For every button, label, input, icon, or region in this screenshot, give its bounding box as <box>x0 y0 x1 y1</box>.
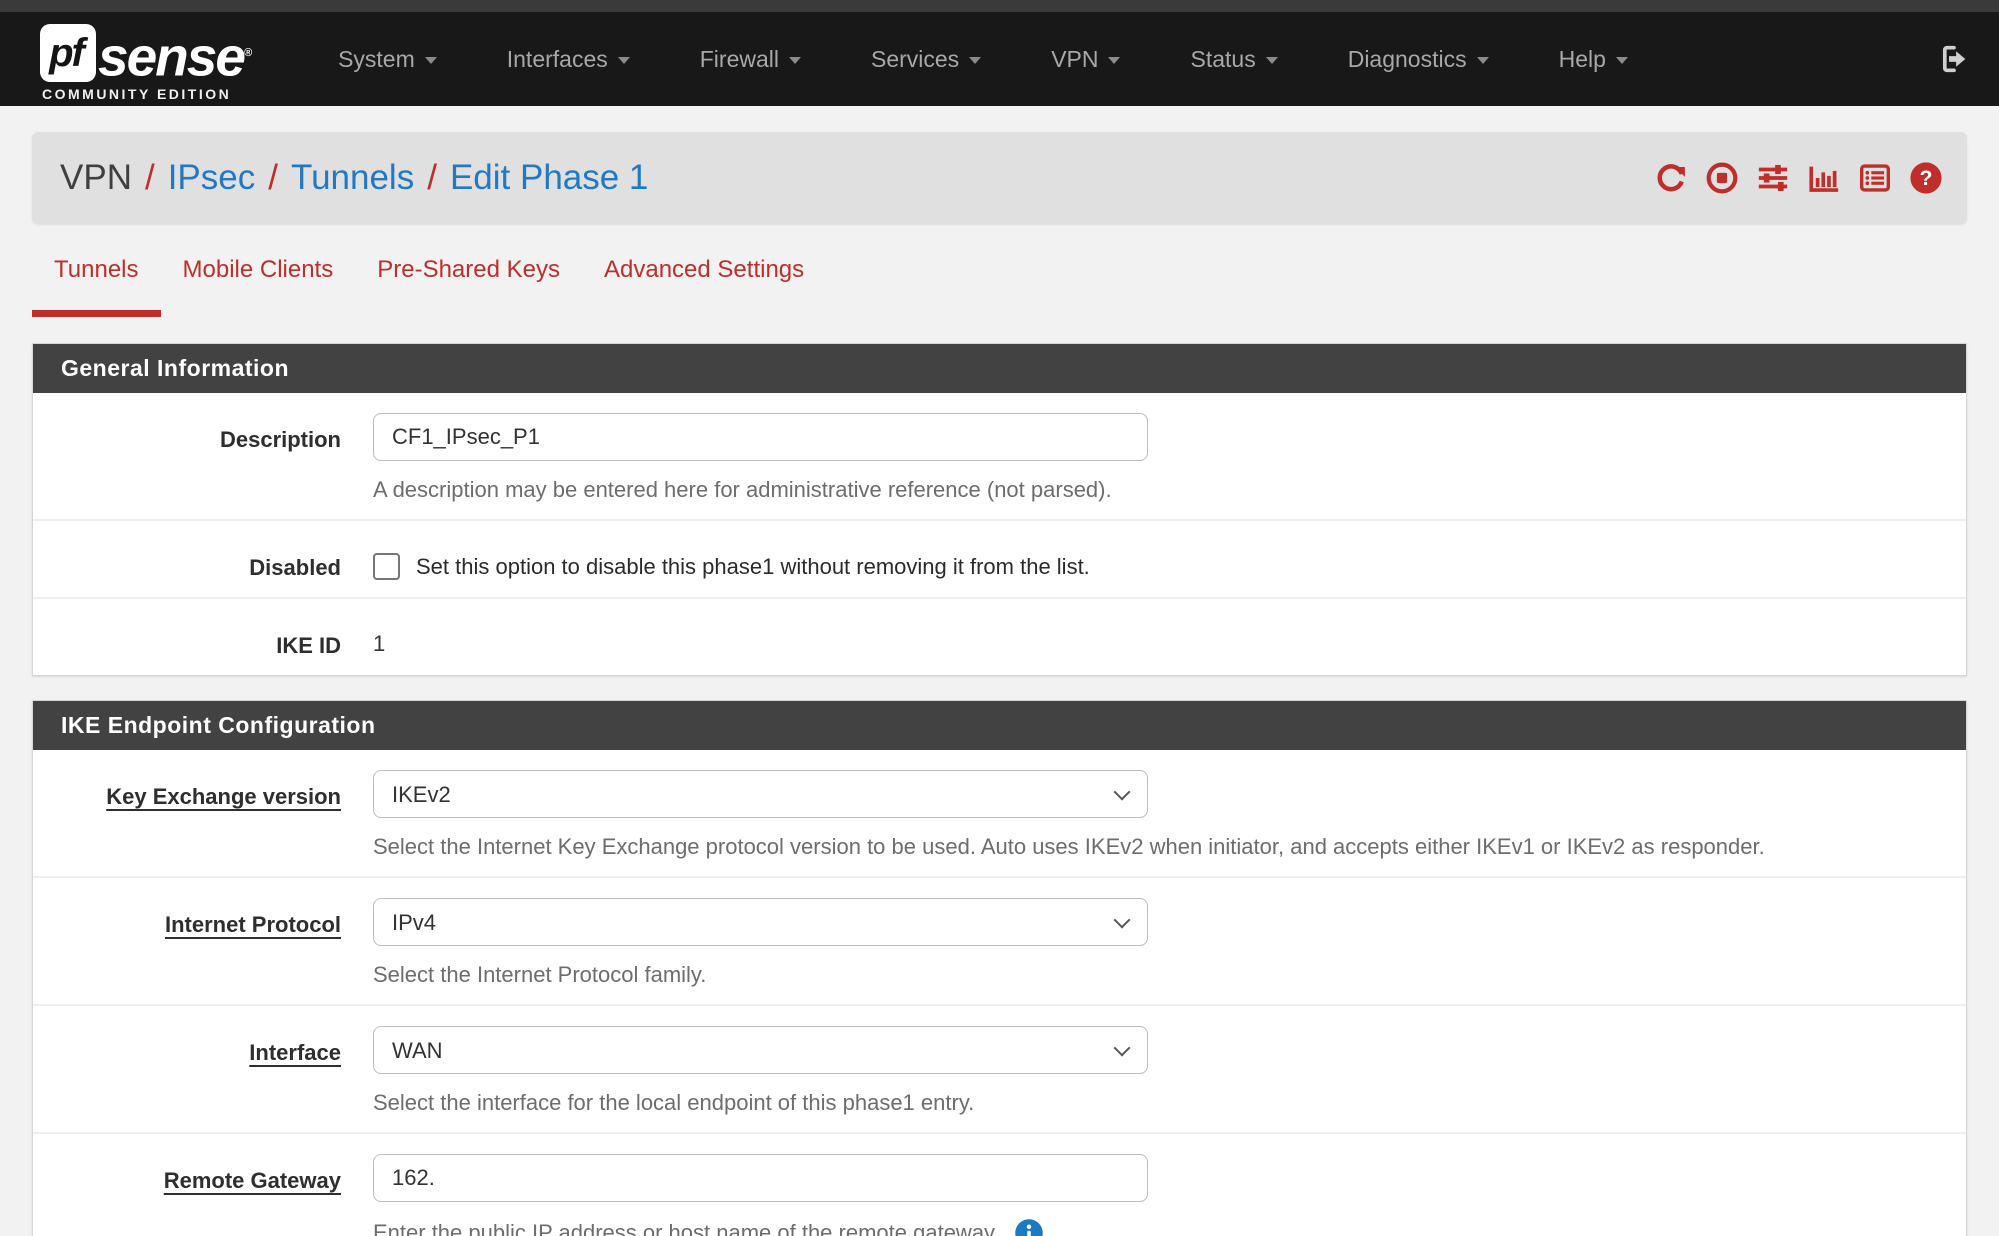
breadcrumb: VPN / IPsec / Tunnels / Edit Phase 1 <box>32 132 1967 224</box>
interface-help: Select the interface for the local endpo… <box>373 1090 1926 1116</box>
interface-label: Interface <box>33 1026 373 1116</box>
remote-gateway-row: Remote Gateway Enter the public IP addre… <box>33 1134 1966 1236</box>
ike-id-value: 1 <box>373 619 1926 657</box>
key-exchange-version-row: Key Exchange version IKEv2 Select the In… <box>33 750 1966 878</box>
internet-protocol-select[interactable]: IPv4 <box>373 898 1148 946</box>
sign-out-icon[interactable] <box>1937 42 1971 76</box>
disabled-label: Disabled <box>33 541 373 581</box>
internet-protocol-label: Internet Protocol <box>33 898 373 988</box>
stop-circle-icon[interactable] <box>1705 161 1739 195</box>
internet-protocol-row: Internet Protocol IPv4 Select the Intern… <box>33 878 1966 1006</box>
chevron-down-icon <box>1108 57 1120 64</box>
help-icon[interactable]: ? <box>1909 161 1943 195</box>
chevron-down-icon <box>1477 57 1489 64</box>
tab-mobile-clients[interactable]: Mobile Clients <box>161 238 356 317</box>
pfsense-logo-mark: pf <box>40 24 96 82</box>
key-exchange-version-help: Select the Internet Key Exchange protoco… <box>373 834 1926 860</box>
ike-id-row: IKE ID 1 <box>33 599 1966 675</box>
community-edition-label: COMMUNITY EDITION <box>42 86 231 102</box>
chevron-down-icon <box>969 57 981 64</box>
ike-endpoint-configuration-header: IKE Endpoint Configuration <box>33 701 1966 750</box>
nav-item-firewall[interactable]: Firewall <box>700 46 801 73</box>
breadcrumb-ipsec[interactable]: IPsec <box>168 158 256 198</box>
tab-pre-shared-keys[interactable]: Pre-Shared Keys <box>355 238 582 317</box>
chevron-down-icon <box>1266 57 1278 64</box>
registered-mark: ® <box>244 47 250 59</box>
chevron-down-icon <box>789 57 801 64</box>
remote-gateway-label: Remote Gateway <box>33 1154 373 1236</box>
description-label: Description <box>33 413 373 503</box>
nav-item-system[interactable]: System <box>338 46 437 73</box>
interface-select[interactable]: WAN <box>373 1026 1148 1074</box>
ike-id-label: IKE ID <box>33 619 373 659</box>
nav-item-diagnostics[interactable]: Diagnostics <box>1348 46 1489 73</box>
general-information-header: General Information <box>33 344 1966 393</box>
disabled-checkbox[interactable] <box>373 553 400 580</box>
page-action-icons: ? <box>1654 161 1943 195</box>
status-graph-icon[interactable] <box>1807 161 1841 195</box>
key-exchange-version-select[interactable]: IKEv2 <box>373 770 1148 818</box>
info-icon[interactable] <box>1014 1218 1044 1236</box>
top-strip <box>0 0 1999 12</box>
description-row: Description A description may be entered… <box>33 393 1966 521</box>
general-information-panel: General Information Description A descri… <box>32 343 1967 676</box>
internet-protocol-help: Select the Internet Protocol family. <box>373 962 1926 988</box>
disabled-checkbox-label: Set this option to disable this phase1 w… <box>416 554 1090 580</box>
description-input[interactable] <box>373 413 1148 461</box>
remote-gateway-help: Enter the public IP address or host name… <box>373 1220 1000 1236</box>
pfsense-logo-wordmark: sense® <box>98 24 250 85</box>
svg-text:?: ? <box>1920 166 1933 190</box>
breadcrumb-edit-phase-1[interactable]: Edit Phase 1 <box>450 158 648 198</box>
breadcrumb-separator: / <box>427 158 437 198</box>
remote-gateway-input[interactable] <box>373 1154 1148 1202</box>
navbar: pf sense® COMMUNITY EDITION System Inter… <box>0 12 1999 106</box>
nav-item-status[interactable]: Status <box>1190 46 1277 73</box>
breadcrumb-vpn: VPN <box>60 158 132 198</box>
chevron-down-icon <box>618 57 630 64</box>
refresh-icon[interactable] <box>1654 161 1688 195</box>
breadcrumb-separator: / <box>268 158 278 198</box>
breadcrumb-tunnels[interactable]: Tunnels <box>291 158 414 198</box>
breadcrumb-separator: / <box>145 158 155 198</box>
disabled-row: Disabled Set this option to disable this… <box>33 521 1966 599</box>
key-exchange-version-label: Key Exchange version <box>33 770 373 860</box>
pfsense-logo[interactable]: pf sense® COMMUNITY EDITION <box>40 24 250 85</box>
ike-endpoint-configuration-panel: IKE Endpoint Configuration Key Exchange … <box>32 700 1967 1236</box>
nav-item-interfaces[interactable]: Interfaces <box>507 46 630 73</box>
nav-item-vpn[interactable]: VPN <box>1051 46 1120 73</box>
description-help: A description may be entered here for ad… <box>373 477 1926 503</box>
interface-row: Interface WAN Select the interface for t… <box>33 1006 1966 1134</box>
nav-menu: System Interfaces Firewall Services VPN … <box>338 46 1698 73</box>
tab-bar: Tunnels Mobile Clients Pre-Shared Keys A… <box>32 238 1999 317</box>
sliders-icon[interactable] <box>1756 161 1790 195</box>
log-list-icon[interactable] <box>1858 161 1892 195</box>
nav-item-help[interactable]: Help <box>1559 46 1628 73</box>
tab-advanced-settings[interactable]: Advanced Settings <box>582 238 826 317</box>
tab-tunnels[interactable]: Tunnels <box>32 238 161 317</box>
chevron-down-icon <box>425 57 437 64</box>
nav-item-services[interactable]: Services <box>871 46 981 73</box>
chevron-down-icon <box>1616 57 1628 64</box>
